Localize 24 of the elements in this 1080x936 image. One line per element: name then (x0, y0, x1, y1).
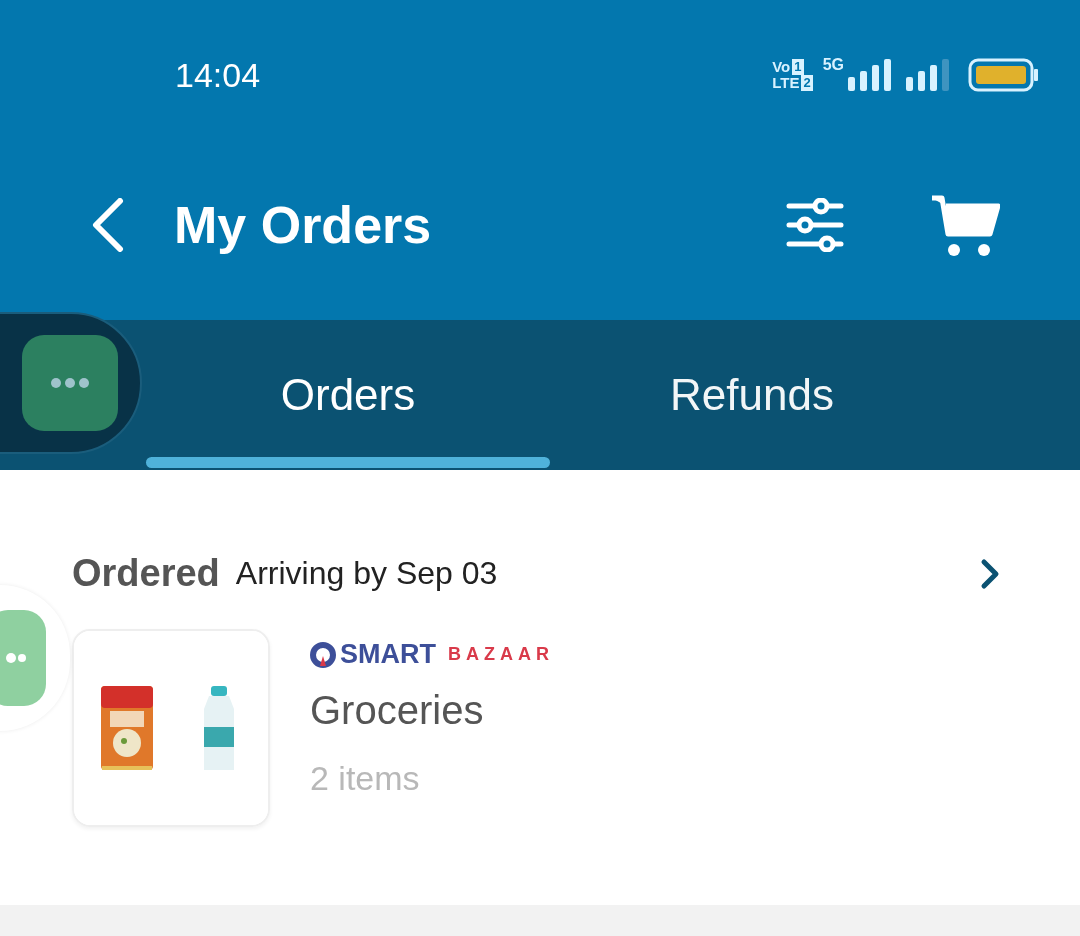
sim-slot: 1 (792, 59, 804, 75)
more-icon (6, 653, 26, 663)
store-name-suffix: BAZAAR (448, 644, 554, 665)
item-count: 2 items (310, 759, 421, 798)
sim-slot: 2 (801, 75, 813, 91)
order-status: Ordered (72, 552, 220, 595)
tab[interactable]: Refunds (550, 320, 954, 470)
sim-label: LTE (772, 75, 800, 91)
battery-icon (968, 58, 1040, 92)
chevron-button[interactable] (980, 557, 1000, 590)
store-name: SMART (340, 639, 436, 670)
arrival-date: Arriving by Sep 03 (235, 555, 499, 592)
sim-label: Vo (772, 59, 791, 75)
network-label: 5G (822, 56, 844, 74)
more-button[interactable] (22, 335, 118, 431)
back-button[interactable] (90, 198, 124, 252)
tab[interactable]: Orders (146, 320, 550, 470)
signal-icon (906, 59, 952, 91)
order-category: Groceries (310, 688, 485, 733)
store-logo-icon (310, 641, 336, 668)
filter-button[interactable] (786, 198, 844, 252)
page-title: My Orders (174, 195, 433, 255)
status-time: 14:04 (175, 55, 262, 95)
more-icon (50, 378, 90, 388)
